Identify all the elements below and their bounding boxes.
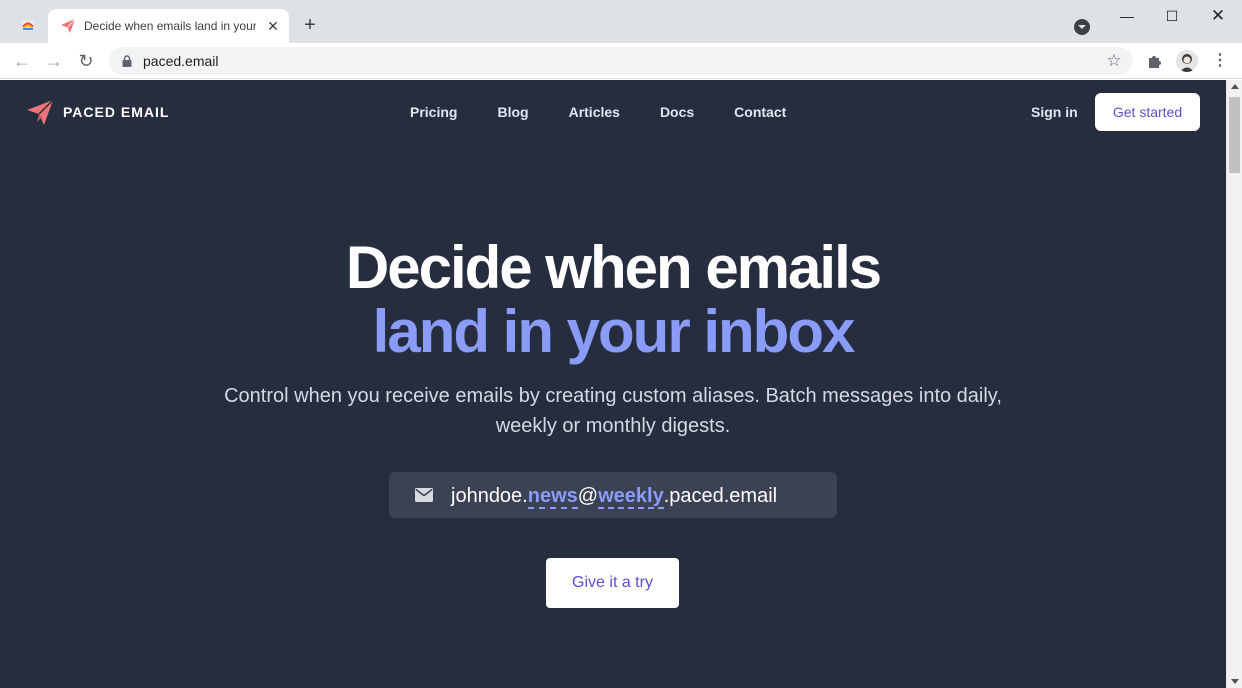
back-arrow-icon[interactable]: ← (10, 49, 34, 73)
browser-toolbar: ← → ↻ paced.email ☆ ⋮ (0, 43, 1242, 79)
sign-in-link[interactable]: Sign in (1031, 104, 1078, 120)
scroll-up-arrow-icon[interactable] (1231, 84, 1239, 89)
example-email-box: johndoe.news@weekly.paced.email (389, 472, 837, 518)
maximize-button[interactable]: ☐ (1162, 6, 1182, 26)
email-domain: .paced.email (663, 485, 778, 507)
active-tab[interactable]: Decide when emails land in your inbox ✕ (48, 9, 289, 43)
profile-avatar[interactable] (1176, 50, 1198, 72)
email-frequency-highlight: weekly (598, 485, 664, 509)
hero-title: Decide when emails land in your inbox (0, 236, 1226, 364)
main-nav: Pricing Blog Articles Docs Contact (410, 104, 786, 120)
email-at: @ (577, 485, 599, 507)
nav-link-pricing[interactable]: Pricing (410, 104, 457, 120)
scroll-thumb[interactable] (1229, 97, 1240, 173)
logo-text: PACED EMAIL (63, 104, 170, 120)
minimize-button[interactable]: — (1117, 6, 1137, 26)
give-it-a-try-button[interactable]: Give it a try (546, 558, 679, 608)
forward-arrow-icon[interactable]: → (42, 49, 66, 73)
tab-title: Decide when emails land in your inbox (84, 19, 256, 33)
example-email-address: johndoe.news@weekly.paced.email (451, 484, 778, 509)
new-tab-button[interactable]: + (298, 13, 322, 37)
url-text[interactable]: paced.email (143, 53, 219, 69)
close-window-button[interactable]: ✕ (1208, 6, 1228, 26)
scroll-down-arrow-icon[interactable] (1231, 679, 1239, 684)
paper-plane-logo-icon (27, 99, 54, 125)
hero-title-line-1: Decide when emails (345, 234, 882, 301)
profile-picture-icon (1176, 50, 1198, 72)
tab-bar: Decide when emails land in your inbox ✕ … (0, 0, 1242, 43)
nav-link-blog[interactable]: Blog (497, 104, 528, 120)
bookmark-star-icon[interactable]: ☆ (1103, 50, 1125, 72)
paper-plane-icon (61, 18, 76, 33)
address-bar[interactable]: paced.email ☆ (109, 47, 1133, 75)
lock-icon[interactable] (122, 55, 132, 67)
nav-link-articles[interactable]: Articles (569, 104, 620, 120)
extensions-puzzle-icon[interactable] (1146, 52, 1164, 70)
browser-menu-icon[interactable]: ⋮ (1210, 51, 1230, 71)
get-started-button[interactable]: Get started (1095, 93, 1200, 131)
tab-search-icon[interactable] (1074, 19, 1090, 35)
hero-title-line-2: land in your inbox (372, 298, 856, 365)
reload-icon[interactable]: ↻ (74, 49, 98, 73)
email-alias-highlight: news (527, 485, 578, 509)
envelope-icon (415, 488, 433, 502)
hero-subtitle: Control when you receive emails by creat… (224, 385, 1002, 437)
site-logo[interactable]: PACED EMAIL (26, 96, 169, 128)
tab-close-icon[interactable]: ✕ (264, 17, 282, 35)
page-content: PACED EMAIL Pricing Blog Articles Docs C… (0, 80, 1226, 688)
nav-link-docs[interactable]: Docs (660, 104, 694, 120)
pinned-tab-icon[interactable] (20, 17, 36, 33)
page-scrollbar[interactable] (1226, 80, 1242, 688)
email-user: johndoe. (451, 485, 528, 507)
nav-link-contact[interactable]: Contact (734, 104, 786, 120)
